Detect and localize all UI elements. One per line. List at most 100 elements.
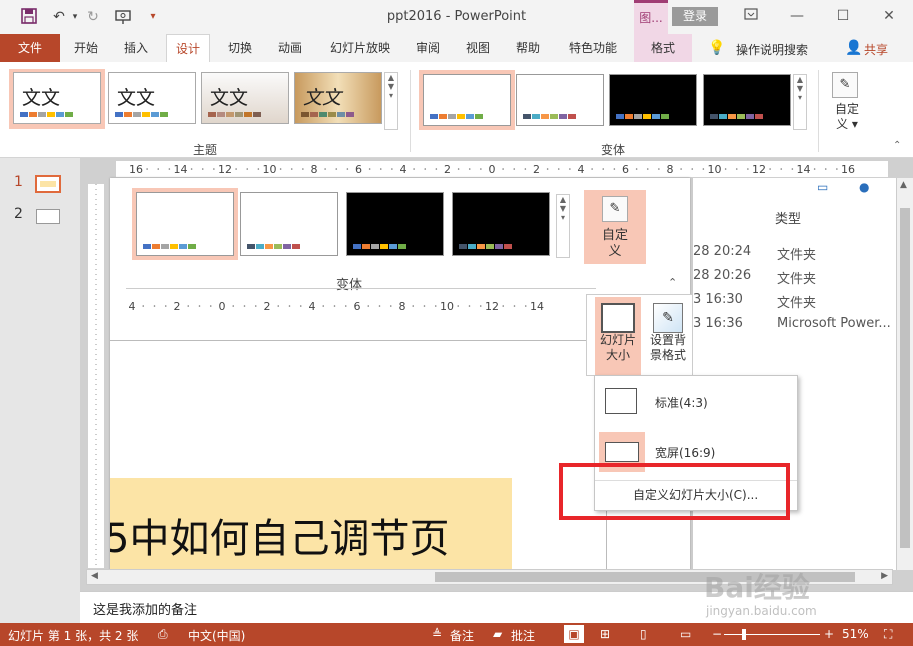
tab-review[interactable]: 审阅 <box>408 34 448 62</box>
slide-thumbnail-1[interactable] <box>35 175 61 193</box>
notes-toggle-button[interactable]: 备注 <box>450 627 474 644</box>
zoom-level[interactable]: 51% <box>842 627 869 641</box>
minimize-icon[interactable]: — <box>780 4 814 28</box>
inner-customize-panel: 幻灯片 大小 ✎ 设置背 景格式 <box>586 294 694 376</box>
tab-format[interactable]: 格式 <box>634 34 692 62</box>
collapse-ribbon-icon[interactable]: ⌃ <box>893 140 901 151</box>
login-button[interactable]: 登录 <box>672 7 718 26</box>
ruler-tick-dot <box>424 168 427 170</box>
variant-4[interactable] <box>703 74 791 126</box>
scroll-thumb[interactable] <box>900 208 910 548</box>
menu-item-standard[interactable]: 标准(4:3) <box>595 380 797 424</box>
variant-2[interactable] <box>516 74 604 126</box>
tell-me-search[interactable]: 操作说明搜索 <box>736 41 808 58</box>
spelling-icon[interactable]: ⎙ <box>158 627 168 642</box>
ruler-tick-dot <box>344 305 347 307</box>
tab-help[interactable]: 帮助 <box>508 34 548 62</box>
ruler-tick-label: 2 <box>533 163 540 176</box>
hscroll-thumb[interactable] <box>435 572 855 582</box>
ruler-tick-dot <box>235 168 237 170</box>
maximize-icon[interactable]: ☐ <box>826 4 860 28</box>
ruler-tick-dot <box>254 305 257 307</box>
inner-customize-button[interactable]: ✎ 自定 义 <box>584 190 646 264</box>
ruler-tick-dot <box>157 168 160 170</box>
qat-customize-icon[interactable]: ▾ <box>144 8 162 26</box>
tab-file[interactable]: 文件 <box>0 34 60 62</box>
variant-1[interactable] <box>423 74 511 126</box>
ruler-tick-dot <box>413 168 415 170</box>
themes-group-label: 主题 <box>193 143 218 157</box>
tab-slideshow[interactable]: 幻灯片放映 <box>322 34 398 62</box>
ribbon-display-options-icon[interactable] <box>734 4 768 28</box>
variant-3[interactable] <box>609 74 697 126</box>
inner-variant-3[interactable] <box>346 192 444 256</box>
ruler-tick-label: 10 <box>263 163 277 176</box>
vertical-ruler <box>88 184 104 568</box>
variants-scroll[interactable]: ▲ ▼ ▾ <box>793 74 807 130</box>
vertical-scrollbar[interactable]: ▲ <box>896 178 913 570</box>
ruler-tick-dot <box>367 305 370 307</box>
normal-view-icon[interactable]: ▣ <box>564 625 584 643</box>
theme-wood[interactable]: 文文 <box>294 72 382 124</box>
slide-thumbnail-2[interactable] <box>36 209 60 224</box>
tab-design[interactable]: 设计 <box>166 34 210 62</box>
presentation-icon[interactable] <box>114 8 132 26</box>
tab-transitions[interactable]: 切换 <box>220 34 260 62</box>
undo-dropdown-icon[interactable]: ▾ <box>66 8 84 26</box>
slide-sorter-icon[interactable]: ⊞ <box>600 627 610 641</box>
ruler-tick-dot <box>735 168 738 170</box>
slide-title-textbox[interactable]: 5中如何自己调节页 <box>110 478 512 570</box>
slideshow-view-icon[interactable]: ▭ <box>680 627 691 641</box>
reading-view-icon[interactable]: ▯ <box>640 627 647 641</box>
ruler-tick-dot <box>302 168 304 170</box>
comments-button[interactable]: 批注 <box>511 627 535 644</box>
tab-animations[interactable]: 动画 <box>270 34 310 62</box>
ruler-tick-dot <box>557 168 560 170</box>
theme-office[interactable]: 文文 <box>13 72 101 124</box>
explorer-type-header[interactable]: 类型 <box>775 208 801 227</box>
save-icon[interactable] <box>20 8 38 26</box>
themes-scroll[interactable]: ▲ ▼ ▾ <box>384 72 398 130</box>
document-title: ppt2016 - PowerPoint <box>386 9 527 24</box>
scroll-right-icon[interactable]: ▶ <box>881 571 888 581</box>
tab-special[interactable]: 特色功能 <box>560 34 626 62</box>
zoom-in-button[interactable]: + <box>824 627 834 641</box>
customize-button[interactable]: 自定义 ▾ <box>832 102 862 132</box>
inner-variants-scroll[interactable]: ▲ ▼ ▾ <box>556 194 570 258</box>
notes-toggle-icon[interactable]: ≜ <box>432 627 442 641</box>
fit-slide-icon[interactable]: ⛶ <box>884 627 892 642</box>
comments-icon[interactable]: ▰ <box>493 627 502 641</box>
zoom-slider-track[interactable] <box>724 634 820 635</box>
scroll-left-icon[interactable]: ◀ <box>91 571 98 581</box>
share-button[interactable]: 共享 <box>864 41 888 58</box>
zoom-out-button[interactable]: − <box>712 627 722 641</box>
notes-pane[interactable]: 这是我添加的备注 <box>80 591 913 623</box>
format-background-button[interactable]: ✎ 设置背 景格式 <box>645 297 691 375</box>
ruler-tick-dot <box>201 168 204 170</box>
ruler-tick-label: 0 <box>219 300 226 313</box>
tab-view[interactable]: 视图 <box>458 34 498 62</box>
tab-home[interactable]: 开始 <box>66 34 106 62</box>
inner-variant-2[interactable] <box>240 192 338 256</box>
context-tab-picture-tools[interactable]: 图... <box>634 0 668 34</box>
close-icon[interactable]: ✕ <box>872 4 906 28</box>
horizontal-scrollbar[interactable]: ◀ ▶ <box>86 569 893 585</box>
ruler-tick-dot <box>569 168 571 170</box>
inner-collapse-icon[interactable]: ⌃ <box>668 276 677 289</box>
theme-office2[interactable]: 文文 <box>108 72 196 124</box>
inner-variant-4[interactable] <box>452 192 550 256</box>
scroll-up-icon[interactable]: ▲ <box>900 180 907 190</box>
ribbon-design: 文文 文文 文文 文文 ▲ ▼ ▾ 主题 ▲ ▼ ▾ 变体 ✎ 自定义 ▾ ⌃ <box>0 62 913 158</box>
zoom-slider-thumb[interactable] <box>742 629 746 640</box>
inner-variant-1[interactable] <box>136 192 234 256</box>
ruler-tick-dot <box>691 168 694 170</box>
share-user-icon[interactable]: 👤 <box>845 40 862 56</box>
language-status[interactable]: 中文(中国) <box>188 627 245 644</box>
slide-size-button[interactable]: 幻灯片 大小 <box>595 297 641 375</box>
tab-insert[interactable]: 插入 <box>116 34 156 62</box>
customize-icon[interactable]: ✎ <box>832 72 858 98</box>
redo-icon[interactable]: ↻ <box>84 8 102 26</box>
ruler-tick-dot <box>290 168 293 170</box>
theme-facet[interactable]: 文文 <box>201 72 289 124</box>
ruler-tick-label: 2 <box>174 300 181 313</box>
